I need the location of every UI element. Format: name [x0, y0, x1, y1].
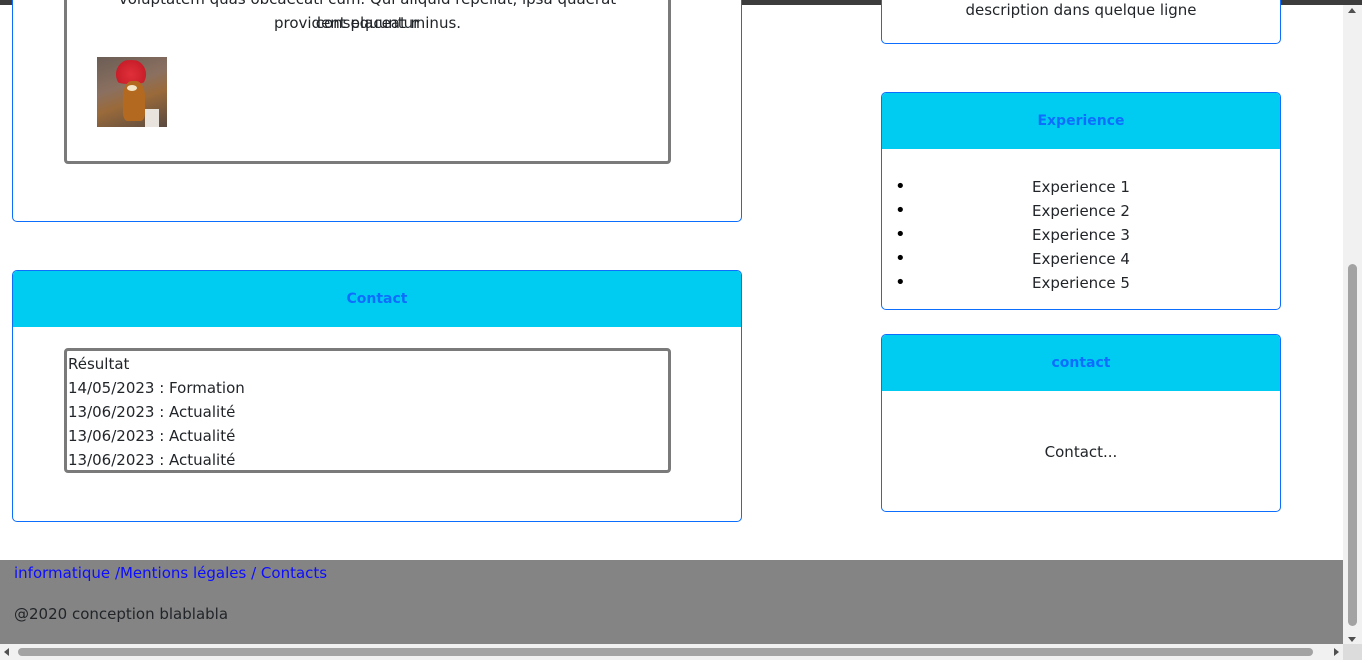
result-item: 13/06/2023 : Actualité [68, 451, 236, 469]
result-item: 14/05/2023 : Formation [68, 379, 245, 397]
scroll-down-arrow-icon[interactable] [1348, 637, 1356, 642]
description-card: description dans quelque ligne [881, 0, 1281, 44]
experience-list: Experience 1 Experience 2 Experience 3 E… [882, 175, 1280, 295]
scroll-left-arrow-icon[interactable] [4, 648, 9, 656]
experience-card-title: Experience [1037, 113, 1125, 129]
experience-item: Experience 5 [882, 271, 1280, 295]
experience-card-header: Experience [882, 93, 1280, 149]
scroll-up-arrow-icon[interactable] [1348, 8, 1356, 13]
contact-side-card-header: contact [882, 335, 1280, 391]
contact-card-header: Contact [13, 271, 741, 327]
results-list: Résultat 14/05/2023 : Formation 13/06/20… [67, 352, 245, 472]
article-image [97, 57, 167, 127]
contact-card-title: Contact [346, 291, 408, 307]
results-box: Résultat 14/05/2023 : Formation 13/06/20… [64, 348, 671, 473]
experience-item: Experience 4 [882, 247, 1280, 271]
scrollbar-corner [1343, 644, 1362, 660]
horizontal-scrollbar[interactable] [0, 644, 1343, 660]
contact-card: Contact Résultat 14/05/2023 : Formation … [12, 270, 742, 522]
result-item: 13/06/2023 : Actualité [68, 427, 236, 445]
contact-side-text: Contact... [1044, 443, 1118, 461]
contact-side-card: contact Contact... [881, 334, 1281, 512]
footer-link-contacts[interactable]: / Contacts [251, 564, 327, 582]
experience-item: Experience 2 [882, 199, 1280, 223]
footer-copyright: @2020 conception blablabla [14, 605, 229, 623]
page-footer: informatique /Mentions légales / Contact… [0, 560, 1343, 644]
experience-card: Experience Experience 1 Experience 2 Exp… [881, 92, 1281, 310]
footer-link-informatique[interactable]: informatique [14, 564, 110, 582]
article-card: voluptatem quas obcaecati cum. Qui aliqu… [12, 0, 742, 222]
contact-side-card-title: contact [1051, 355, 1111, 371]
experience-item: Experience 1 [882, 175, 1280, 199]
experience-item: Experience 3 [882, 223, 1280, 247]
result-item: 13/06/2023 : Actualité [68, 403, 236, 421]
footer-link-mentions-legales[interactable]: /Mentions légales [115, 564, 246, 582]
results-heading: Résultat [68, 355, 130, 373]
horizontal-scroll-thumb[interactable] [18, 648, 1313, 656]
article-content-box: voluptatem quas obcaecati cum. Qui aliqu… [64, 0, 671, 164]
article-text-line-2: provident placeat minus. [273, 14, 462, 32]
description-text: description dans quelque ligne [965, 1, 1197, 19]
vertical-scroll-thumb[interactable] [1348, 264, 1357, 626]
scroll-right-arrow-icon[interactable] [1334, 648, 1339, 656]
vertical-scrollbar[interactable] [1343, 5, 1362, 645]
footer-links: informatique /Mentions légales / Contact… [14, 564, 327, 582]
